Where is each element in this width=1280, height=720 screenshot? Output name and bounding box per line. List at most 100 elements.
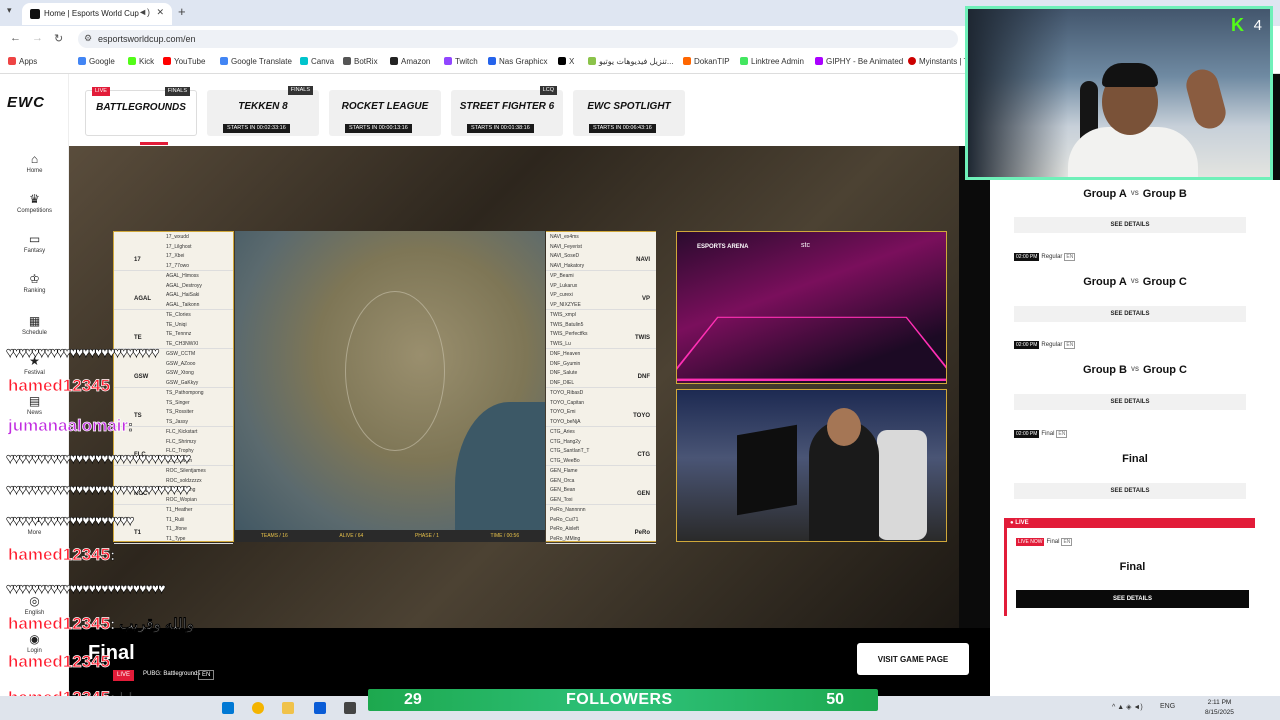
game-card-tekken[interactable]: FINALS TEKKEN 8 STARTS IN 00:02:33:16 [207, 86, 319, 136]
bookmark-linktree-admin[interactable]: Linktree Admin [740, 57, 804, 66]
buy-tickets-link[interactable]: BUY TICKETS [12, 674, 52, 680]
player-name: 17_Lilghost [166, 243, 192, 250]
see-details-button[interactable]: SEE DETAILS [1014, 306, 1246, 322]
app-icon[interactable] [344, 702, 356, 714]
player-name: TS_Jassy [166, 418, 188, 425]
close-tab-icon[interactable]: ✕ [156, 7, 164, 18]
battle-map [235, 231, 545, 542]
chat-text: : [110, 547, 116, 565]
match-meta: 02:00 PM Regular EN [1014, 253, 1076, 261]
forward-icon[interactable]: → [32, 32, 43, 44]
game-card-street-fighter[interactable]: LCQ STREET FIGHTER 6 STARTS IN 00:01:38:… [451, 86, 563, 136]
chat-message: hamed12345: والله وقريب [8, 614, 195, 634]
sidebar-item-home[interactable]: ⌂ Home [0, 152, 69, 174]
bookmark-giphy[interactable]: GIPHY - Be Animated [815, 57, 903, 66]
browser-tab[interactable]: Home | Esports World Cup ◄) ✕ [22, 3, 172, 25]
phase: PHASE / 1 [414, 533, 439, 539]
sponsor-label: stc [801, 242, 810, 249]
chat-username: hamed12345 [8, 652, 111, 672]
player-name: TWIS_Batulin5 [550, 321, 584, 328]
bookmark-canva[interactable]: Canva [300, 57, 334, 66]
game-name: BATTLEGROUNDS [96, 102, 186, 113]
see-details-button[interactable]: SEE DETAILS [1014, 483, 1246, 499]
followers-goal-bar: 29 FOLLOWERS 50 [368, 689, 878, 711]
bookmark-twitch[interactable]: Twitch [444, 57, 478, 66]
new-tab-icon[interactable]: + [178, 4, 186, 19]
live-badge: LIVE [92, 87, 110, 96]
bookmark-amazon[interactable]: Amazon [390, 57, 430, 66]
bookmark-x[interactable]: X [558, 57, 574, 66]
player-list: GEN_Flame GEN_Orca GEN_Bean GEN_Toxi [550, 467, 578, 505]
site-info-icon[interactable]: ⚙ [84, 33, 92, 44]
match-teams: Group A VS Group C [1083, 276, 1187, 288]
ewc-logo[interactable]: EWC [7, 94, 45, 111]
team-tag: GSW [134, 374, 149, 380]
see-details-button[interactable]: SEE DETAILS [1016, 590, 1249, 608]
sidebar-item-competitions[interactable]: ♛ Competitions [0, 192, 69, 214]
outlook-icon[interactable] [314, 702, 326, 714]
tab-title: Home | Esports World Cup [44, 9, 139, 18]
player-name: TE_Tennnz [166, 331, 192, 337]
chrome-icon[interactable] [252, 702, 264, 714]
back-icon[interactable]: ← [10, 32, 21, 44]
sidebar-item-language[interactable]: ◎ English [0, 594, 69, 616]
team-row: GEN GEN_Flame GEN_Orca GEN_Bean GEN_Toxi [546, 466, 656, 505]
lcq-tag: LCQ [539, 86, 557, 95]
system-clock[interactable]: 2:11 PM 8/15/2025 [1205, 698, 1234, 718]
team-tag: 17 [134, 257, 141, 263]
bookmark-google-translate[interactable]: Google Translate [220, 57, 292, 66]
match-title: Final [1122, 453, 1148, 465]
bookmark-google[interactable]: Google [78, 57, 115, 66]
sidebar-item-news[interactable]: ▤ News [0, 394, 69, 416]
bookmark-youtube[interactable]: YouTube [163, 57, 205, 66]
game-card-pubg[interactable]: LIVE FINALS BATTLEGROUNDS [85, 87, 197, 136]
speaker-icon[interactable]: ◄) [138, 7, 150, 17]
trophy-icon: ♛ [29, 192, 40, 206]
file-explorer-icon[interactable] [282, 702, 294, 714]
sidebar-item-login[interactable]: ◉ Login [0, 632, 69, 654]
team-row: NAVI NAVI_ex4ms NAVI_Feyerist NAVI_SoseD NAV… [546, 232, 656, 271]
tab-search-icon[interactable]: ▾ [7, 5, 12, 16]
player-name: NAVI_Hakatory [550, 262, 585, 269]
keyboard-language[interactable]: ENG [1160, 703, 1175, 710]
team-tag: T1 [134, 530, 142, 536]
player-head [827, 408, 861, 446]
team-tag: AGAL [134, 296, 151, 302]
game-selector: LIVE FINALS BATTLEGROUNDS FINALS TEKKEN … [69, 74, 990, 146]
see-details-button[interactable]: SEE DETAILS [1014, 217, 1246, 233]
bookmark-botrix[interactable]: BotRix [343, 57, 378, 66]
sidebar-item-schedule[interactable]: ▦ Schedule [0, 314, 69, 336]
player-name: TE_CH3NWXI [166, 340, 199, 347]
player-name: GEN_Flame [550, 468, 578, 474]
visit-game-page-button[interactable]: VISIT GAME PAGE [857, 643, 969, 675]
game-card-ewc-spotlight[interactable]: EWC SPOTLIGHT STARTS IN 00:06:43:16 [573, 90, 685, 136]
bookmark-kick[interactable]: Kick [128, 57, 154, 66]
url-field[interactable]: ⚙ esportsworldcup.com/en [78, 30, 958, 48]
player-name: PeRo_MMing [550, 535, 581, 542]
player-name: 17_77owo [166, 262, 190, 269]
sidebar-item-fantasy[interactable]: ▭ Fantasy [0, 232, 69, 254]
player-name: AGAL_Taikonn [166, 301, 200, 308]
player-list: T1_Heather T1_Ruiii T1_Jfone T1_Type [166, 506, 192, 544]
bookmark-nas-graphicx[interactable]: Nas Graphicx [488, 57, 547, 66]
team-tag: CTG [637, 452, 650, 458]
player-name: VP_Beami [550, 273, 574, 279]
sidebar-item-ranking[interactable]: ♔ Ranking [0, 272, 69, 294]
team-tag: DNF [637, 374, 650, 380]
tray-icons[interactable]: ^ ▲ ◈ ◄) [1112, 703, 1143, 711]
game-card-rocket-league[interactable]: ROCKET LEAGUE STARTS IN 00:00:13:16 [329, 90, 441, 136]
chat-message: hamed12345 [8, 652, 111, 672]
game-name: TEKKEN 8 [238, 101, 288, 112]
bookmark-youtube-downloader[interactable]: تنزيل فيديوهات يوتيو... [588, 57, 674, 66]
reload-icon[interactable]: ↻ [54, 32, 63, 45]
team-tag: TE [134, 335, 142, 341]
bookmark-apps[interactable]: Apps [8, 57, 37, 66]
bookmark-dokantip[interactable]: DokanTIP [683, 57, 730, 66]
player-list: AGAL_Himoss AGAL_Destroyy AGAL_HaiSaki AGAL… [166, 272, 202, 310]
player-name: TOYO_Emi [550, 409, 576, 415]
player-list: 17_wxudd 17_Lilghost 17_Xbei 17_77owo [166, 233, 192, 271]
alive-count: ALIVE / 64 [339, 533, 364, 539]
teams-count: TEAMS / 16 [260, 533, 288, 539]
start-icon[interactable] [222, 702, 234, 714]
see-details-button[interactable]: SEE DETAILS [1014, 394, 1246, 410]
